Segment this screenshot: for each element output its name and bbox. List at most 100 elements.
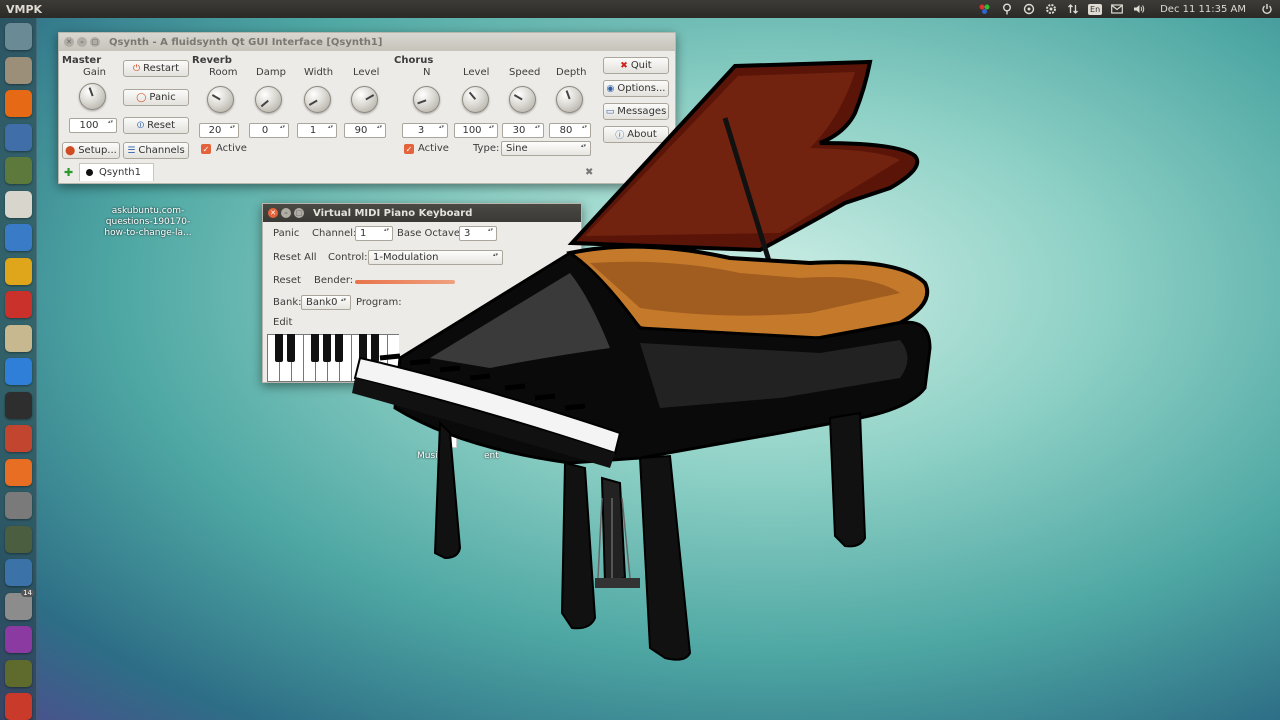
restart-icon: ⏻ bbox=[132, 63, 141, 74]
reverb-room-value: 20 bbox=[208, 125, 222, 136]
gain-spinbox[interactable]: 100 bbox=[69, 118, 117, 133]
restart-button[interactable]: ⏻ Restart bbox=[123, 60, 189, 77]
thunderbird-icon[interactable] bbox=[5, 123, 32, 151]
desktop-file-label-line2: questions-190170- bbox=[105, 217, 191, 227]
reverb-width-value: 1 bbox=[309, 125, 317, 136]
channels-icon: ☰ bbox=[127, 145, 136, 156]
vmpk-panic-button[interactable]: Panic bbox=[273, 228, 299, 239]
desktop-file-askubuntu[interactable]: askubuntu.com- questions-190170- how-to-… bbox=[96, 206, 200, 239]
black-key[interactable] bbox=[323, 334, 331, 362]
restart-label: Restart bbox=[143, 63, 180, 74]
chameleon-icon[interactable] bbox=[5, 157, 32, 184]
acrobat-icon[interactable] bbox=[5, 291, 32, 318]
piano-leg-center bbox=[638, 454, 692, 661]
edit-button[interactable]: Edit bbox=[273, 317, 292, 328]
piano-leg-front bbox=[560, 461, 597, 630]
reverb-room-knob[interactable] bbox=[207, 86, 234, 113]
mixer-icon[interactable] bbox=[5, 525, 32, 553]
add-engine-icon[interactable]: ✚ bbox=[64, 166, 73, 179]
piano-pedal-lyre bbox=[600, 476, 627, 585]
power-icon[interactable] bbox=[1260, 3, 1274, 15]
piano-leg-left bbox=[433, 420, 462, 560]
clock[interactable]: Dec 11 11:35 AM bbox=[1160, 4, 1246, 15]
indicator-area: En Dec 11 11:35 AM bbox=[978, 3, 1280, 15]
setup-button[interactable]: ⬤ Setup... bbox=[62, 142, 120, 159]
desktop-file-label-line3: how-to-change-la... bbox=[104, 228, 192, 238]
gain-label: Gain bbox=[83, 67, 106, 78]
desktop-file-label-line1: askubuntu.com- bbox=[111, 206, 185, 216]
vmpk-reset-button[interactable]: Reset bbox=[273, 275, 301, 286]
setup-icon: ⬤ bbox=[65, 145, 76, 156]
black-key[interactable] bbox=[311, 334, 319, 362]
files-icon[interactable] bbox=[5, 56, 32, 84]
close-icon[interactable]: ✕ bbox=[268, 208, 278, 218]
reverb-width-knob[interactable] bbox=[304, 86, 331, 113]
firefox-icon[interactable] bbox=[5, 90, 32, 117]
settings-icon[interactable] bbox=[1044, 3, 1058, 15]
reset-all-button[interactable]: Reset All bbox=[273, 252, 317, 263]
reset-icon: ⏼ bbox=[136, 120, 145, 131]
dash-icon[interactable] bbox=[5, 23, 32, 50]
vlc-icon[interactable] bbox=[5, 257, 32, 285]
active-app-name: VMPK bbox=[6, 2, 43, 16]
panic-button[interactable]: ◯ Panic bbox=[123, 89, 189, 106]
python-icon[interactable] bbox=[5, 559, 32, 586]
writer-icon[interactable] bbox=[5, 224, 32, 251]
channels-label: Channels bbox=[138, 145, 185, 156]
system-settings-icon[interactable] bbox=[5, 425, 32, 452]
software-center-icon[interactable] bbox=[5, 458, 32, 486]
maximize-icon[interactable]: □ bbox=[294, 208, 304, 218]
reverb-room-spinbox[interactable]: 20 bbox=[199, 123, 239, 138]
mail-icon[interactable] bbox=[1110, 3, 1124, 15]
channels-button[interactable]: ☰ Channels bbox=[123, 142, 189, 159]
engine-tab-qsynth1[interactable]: Qsynth1 bbox=[79, 163, 154, 181]
reverb-damp-knob[interactable] bbox=[255, 86, 282, 113]
reverb-active-label: Active bbox=[216, 143, 247, 154]
network-icon[interactable] bbox=[978, 3, 992, 15]
reverb-active-checkbox[interactable]: ✓ bbox=[201, 144, 211, 154]
reverb-damp-value: 0 bbox=[261, 125, 269, 136]
gain-knob[interactable] bbox=[79, 83, 106, 110]
reverb-width-spinbox[interactable]: 1 bbox=[297, 123, 337, 138]
panic-icon: ◯ bbox=[136, 92, 147, 103]
bank-label: Bank: bbox=[273, 297, 302, 308]
black-key[interactable] bbox=[287, 334, 295, 362]
minimize-icon[interactable]: – bbox=[281, 208, 291, 218]
terminal-icon[interactable] bbox=[5, 391, 32, 419]
updates-icon[interactable]: 14 bbox=[5, 588, 34, 620]
volume-icon[interactable] bbox=[1132, 3, 1146, 15]
reset-button[interactable]: ⏼ Reset bbox=[123, 117, 189, 134]
reverb-group-label: Reverb bbox=[192, 55, 232, 66]
purple-app-icon[interactable] bbox=[5, 626, 32, 653]
synth-icon[interactable] bbox=[5, 693, 32, 720]
top-panel: VMPK En Dec 11 11:35 AM bbox=[0, 0, 1280, 18]
reverb-room-label: Room bbox=[209, 67, 238, 78]
reverb-damp-spinbox[interactable]: 0 bbox=[249, 123, 289, 138]
black-key[interactable] bbox=[275, 334, 283, 362]
minimize-icon[interactable]: – bbox=[77, 37, 87, 47]
grand-piano-illustration bbox=[352, 59, 932, 661]
update-count-badge: 14 bbox=[21, 588, 34, 597]
transfer-icon[interactable] bbox=[1066, 3, 1080, 15]
speaker-icon[interactable] bbox=[5, 324, 32, 352]
pencil-icon[interactable] bbox=[5, 659, 32, 687]
qsynth-titlebar[interactable]: ✕ – □ Qsynth - A fluidsynth Qt GUI Inter… bbox=[59, 33, 675, 51]
close-icon[interactable]: ✕ bbox=[64, 37, 74, 47]
launcher: 14 bbox=[0, 18, 37, 720]
gain-value: 100 bbox=[79, 120, 99, 131]
keyboard-layout-indicator[interactable]: En bbox=[1088, 3, 1103, 15]
bank-value: Bank0 bbox=[306, 297, 338, 308]
qsynth-title: Qsynth - A fluidsynth Qt GUI Interface [… bbox=[109, 36, 383, 48]
reverb-damp-label: Damp bbox=[256, 67, 286, 78]
sync-icon[interactable] bbox=[1022, 3, 1036, 15]
setup-label: Setup... bbox=[78, 145, 117, 156]
calculator-icon[interactable] bbox=[5, 492, 32, 519]
media-player-icon[interactable] bbox=[5, 358, 32, 385]
location-icon[interactable] bbox=[1000, 3, 1014, 15]
panic-label: Panic bbox=[149, 92, 176, 103]
reset-label: Reset bbox=[147, 120, 176, 131]
text-editor-icon[interactable] bbox=[5, 190, 32, 218]
reverb-width-label: Width bbox=[304, 67, 334, 78]
piano-leg-right bbox=[828, 411, 867, 548]
maximize-icon[interactable]: □ bbox=[90, 37, 100, 47]
